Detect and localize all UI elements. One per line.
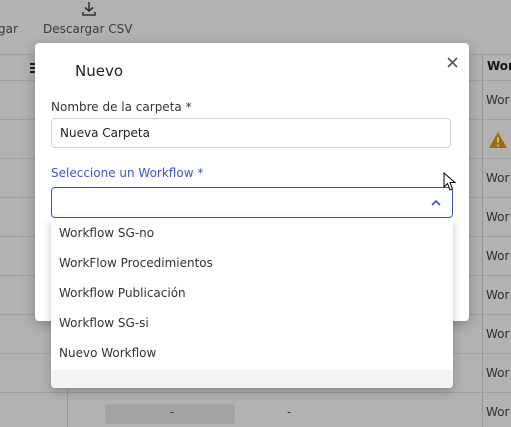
workflow-select[interactable] <box>51 187 453 218</box>
dropdown-option[interactable]: Nuevo Workflow <box>51 338 453 368</box>
workflow-dropdown-list: Workflow SG-no WorkFlow Procedimientos W… <box>51 218 453 388</box>
folder-name-input[interactable] <box>51 118 451 148</box>
folder-name-label: Nombre de la carpeta * <box>51 100 192 114</box>
dropdown-option[interactable]: Workflow SG-si <box>51 308 453 338</box>
mouse-cursor-icon <box>443 172 457 191</box>
close-icon[interactable] <box>446 56 458 68</box>
dropdown-option[interactable]: WorkFlow Procedimientos <box>51 248 453 278</box>
dropdown-option[interactable]: Workflow SG-no <box>51 218 453 248</box>
dropdown-option[interactable]: Workflow Publicación <box>51 278 453 308</box>
chevron-up-icon[interactable] <box>430 198 442 208</box>
workflow-label: Seleccione un Workflow * <box>51 166 204 180</box>
dialog-title: Nuevo <box>75 62 124 80</box>
dropdown-scroll-area <box>51 370 453 388</box>
close-button[interactable] <box>441 51 463 73</box>
